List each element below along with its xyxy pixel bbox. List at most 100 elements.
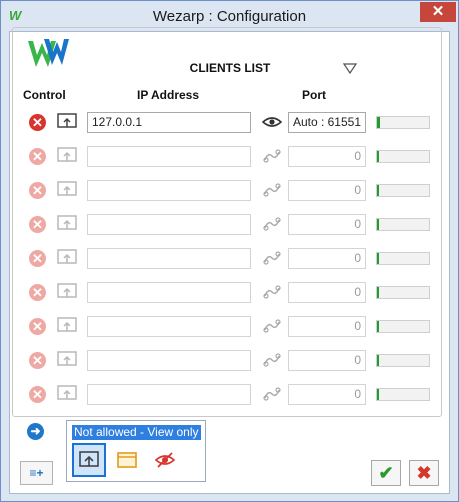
eye-icon[interactable] — [262, 114, 282, 130]
remove-client-button[interactable]: ✕ — [29, 352, 46, 369]
status-fill — [377, 287, 379, 298]
client-row: ✕ 0 — [20, 384, 440, 406]
connection-status-bar — [376, 320, 430, 333]
port-field[interactable]: 0 — [288, 180, 366, 201]
remove-client-button[interactable]: ✕ — [29, 114, 46, 131]
connection-status-bar — [376, 388, 430, 401]
status-fill — [377, 219, 379, 230]
ip-address-field[interactable]: 127.0.0.1 — [87, 112, 251, 133]
ip-address-field[interactable] — [87, 146, 251, 167]
link-icon[interactable] — [262, 182, 282, 198]
port-field[interactable]: Auto :61551 — [288, 112, 366, 133]
clients-list-title: CLIENTS LIST — [189, 61, 271, 75]
remove-client-button[interactable]: ✕ — [29, 284, 46, 301]
access-mode-popup: Not allowed - View only — [66, 420, 206, 482]
status-fill — [377, 355, 379, 366]
client-row: ✕ 0 — [20, 350, 440, 372]
connection-status-bar — [376, 252, 430, 265]
port-field[interactable]: 0 — [288, 214, 366, 235]
link-icon[interactable] — [262, 148, 282, 164]
client-row: ✕ 0 — [20, 146, 440, 168]
header-port: Port — [302, 88, 326, 102]
add-client-button[interactable]: ➜ — [27, 423, 44, 440]
connection-status-bar — [376, 150, 430, 163]
chevron-down-icon[interactable] — [343, 63, 357, 75]
port-mode-label: Auto : — [293, 115, 325, 129]
access-mode-label: Not allowed - View only — [72, 425, 201, 440]
status-fill — [377, 117, 380, 128]
connection-status-bar — [376, 116, 430, 129]
port-value: 0 — [354, 217, 361, 231]
share-screen-icon[interactable] — [57, 112, 77, 132]
remove-client-button[interactable]: ✕ — [29, 386, 46, 403]
wezarp-logo — [28, 39, 69, 67]
connection-status-bar — [376, 184, 430, 197]
status-fill — [377, 389, 379, 400]
hidden-eye-icon — [154, 452, 176, 468]
link-icon[interactable] — [262, 216, 282, 232]
ip-address-value: 127.0.0.1 — [92, 115, 143, 129]
link-icon[interactable] — [262, 318, 282, 334]
port-value: 61551 — [327, 115, 361, 129]
connection-status-bar — [376, 354, 430, 367]
client-row: ✕ 0 — [20, 248, 440, 270]
ok-button[interactable]: ✔ — [371, 460, 401, 486]
port-value: 0 — [354, 149, 361, 163]
port-field[interactable]: 0 — [288, 350, 366, 371]
header-control: Control — [23, 88, 66, 102]
link-icon[interactable] — [262, 284, 282, 300]
status-fill — [377, 185, 379, 196]
hide-view-option[interactable] — [148, 443, 182, 477]
ip-address-field[interactable] — [87, 248, 251, 269]
share-screen-icon[interactable] — [57, 214, 77, 234]
port-field[interactable]: 0 — [288, 384, 366, 405]
share-screen-option[interactable] — [72, 443, 106, 477]
client-row: ✕ 0 — [20, 282, 440, 304]
share-screen-icon[interactable] — [57, 180, 77, 200]
connection-status-bar — [376, 286, 430, 299]
share-screen-icon[interactable] — [57, 146, 77, 166]
port-value: 0 — [354, 251, 361, 265]
header-ip-address: IP Address — [137, 88, 200, 102]
status-fill — [377, 151, 379, 162]
link-icon[interactable] — [262, 250, 282, 266]
ip-address-field[interactable] — [87, 316, 251, 337]
close-button[interactable]: ✕ — [420, 2, 456, 22]
share-screen-icon[interactable] — [57, 350, 77, 370]
status-fill — [377, 253, 379, 264]
remove-client-button[interactable]: ✕ — [29, 148, 46, 165]
port-field[interactable]: 0 — [288, 146, 366, 167]
port-field[interactable]: 0 — [288, 282, 366, 303]
window-title: Wezarp : Configuration — [152, 8, 307, 25]
remove-client-button[interactable]: ✕ — [29, 250, 46, 267]
port-value: 0 — [354, 285, 361, 299]
share-screen-icon[interactable] — [57, 316, 77, 336]
port-field[interactable]: 0 — [288, 248, 366, 269]
share-screen-icon[interactable] — [57, 282, 77, 302]
port-value: 0 — [354, 387, 361, 401]
share-screen-icon[interactable] — [57, 384, 77, 404]
client-row: ✕ 0 — [20, 214, 440, 236]
window-icon — [117, 452, 137, 468]
remove-client-button[interactable]: ✕ — [29, 182, 46, 199]
ip-address-field[interactable] — [87, 282, 251, 303]
window-option[interactable] — [110, 443, 144, 477]
client-row: ✕ 0 — [20, 316, 440, 338]
client-row: ✕ 127.0.0.1 Auto :61551 — [20, 112, 440, 134]
ip-address-field[interactable] — [87, 384, 251, 405]
ip-address-field[interactable] — [87, 350, 251, 371]
ip-address-field[interactable] — [87, 214, 251, 235]
remove-client-button[interactable]: ✕ — [29, 318, 46, 335]
port-field[interactable]: 0 — [288, 316, 366, 337]
connection-status-bar — [376, 218, 430, 231]
port-value: 0 — [354, 319, 361, 333]
link-icon[interactable] — [262, 352, 282, 368]
share-screen-icon[interactable] — [57, 248, 77, 268]
remove-client-button[interactable]: ✕ — [29, 216, 46, 233]
add-menu-button[interactable]: ≡+ — [20, 461, 53, 485]
port-value: 0 — [354, 353, 361, 367]
link-icon[interactable] — [262, 386, 282, 402]
ip-address-field[interactable] — [87, 180, 251, 201]
cancel-button[interactable]: ✖ — [409, 460, 439, 486]
client-row: ✕ 0 — [20, 180, 440, 202]
